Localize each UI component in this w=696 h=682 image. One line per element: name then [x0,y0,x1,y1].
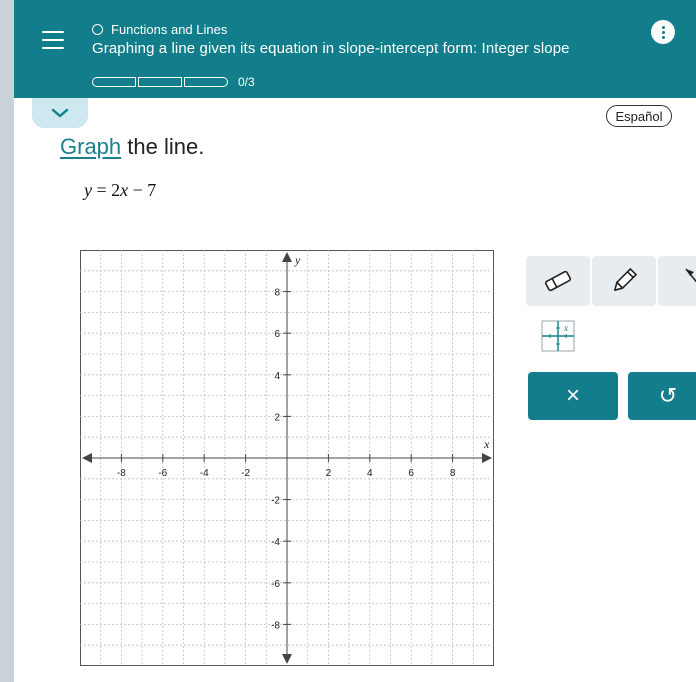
y-tick-label: -8 [271,620,280,631]
undo-button[interactable]: ↺ [628,372,696,420]
progress-bar: 0/3 [92,75,255,89]
graph-options-tool[interactable]: x [526,316,590,356]
chevron-down-icon [51,108,69,118]
x-tick-label: -4 [200,468,209,479]
x-tick-label: -2 [241,468,250,479]
y-tick-label: 8 [274,288,280,299]
equation-y: y [84,180,92,200]
line-equation: y = 2x − 7 [84,180,156,201]
hamburger-menu-icon[interactable] [42,31,64,49]
y-tick-label: 6 [274,329,280,340]
x-tick-label: 2 [326,468,332,479]
coordinate-graph[interactable]: -8 -6 -4 -2 2 4 6 8 8 6 4 2 -2 -4 -6 -8 x y [80,250,494,666]
line-tool[interactable] [658,256,696,306]
pencil-tool[interactable] [592,256,656,306]
equation-x: x [120,180,129,200]
y-tick-label: 4 [274,371,280,382]
more-options-icon[interactable] [651,20,675,44]
x-tick-label: 4 [367,468,373,479]
header-bar: Functions and Lines Graphing a line give… [14,0,696,98]
line-tool-icon [685,268,696,283]
x-axis-label: x [483,437,490,451]
graph-settings-icon: x [541,320,575,352]
graph-help-link[interactable]: Graph [60,134,121,159]
progress-label: 0/3 [238,75,255,89]
x-tick-label: 8 [450,468,456,479]
pencil-icon [614,267,638,291]
undo-icon: ↺ [658,383,678,408]
topic-circle-icon [92,23,103,35]
y-axis-label: y [294,253,301,267]
collapse-header-button[interactable] [32,98,88,128]
svg-text:x: x [563,323,568,333]
y-tick-label: 2 [274,412,280,423]
clear-button[interactable]: × [528,372,618,420]
language-button[interactable]: Español [606,105,672,127]
y-tick-label: -4 [271,537,280,548]
x-tick-label: 6 [408,468,414,479]
x-tick-label: -8 [117,468,126,479]
eraser-tool[interactable] [526,256,590,306]
breadcrumb: Functions and Lines [92,21,227,37]
close-icon: × [565,382,580,409]
problem-prompt: Graph the line. [60,134,204,160]
progress-segment [138,77,182,87]
page-frame: Functions and Lines Graphing a line give… [14,0,696,682]
lesson-title: Graphing a line given its equation in sl… [92,40,570,57]
breadcrumb-text: Functions and Lines [111,21,228,37]
progress-segment [184,77,228,87]
x-tick-label: -6 [158,468,167,479]
equation-slope: = 2 [92,180,121,200]
eraser-icon [544,270,572,292]
prompt-text: the line. [121,134,205,159]
y-tick-label: -2 [271,496,280,507]
y-tick-label: -6 [271,579,280,590]
equation-intercept: − 7 [128,180,157,200]
progress-segment [92,77,136,87]
